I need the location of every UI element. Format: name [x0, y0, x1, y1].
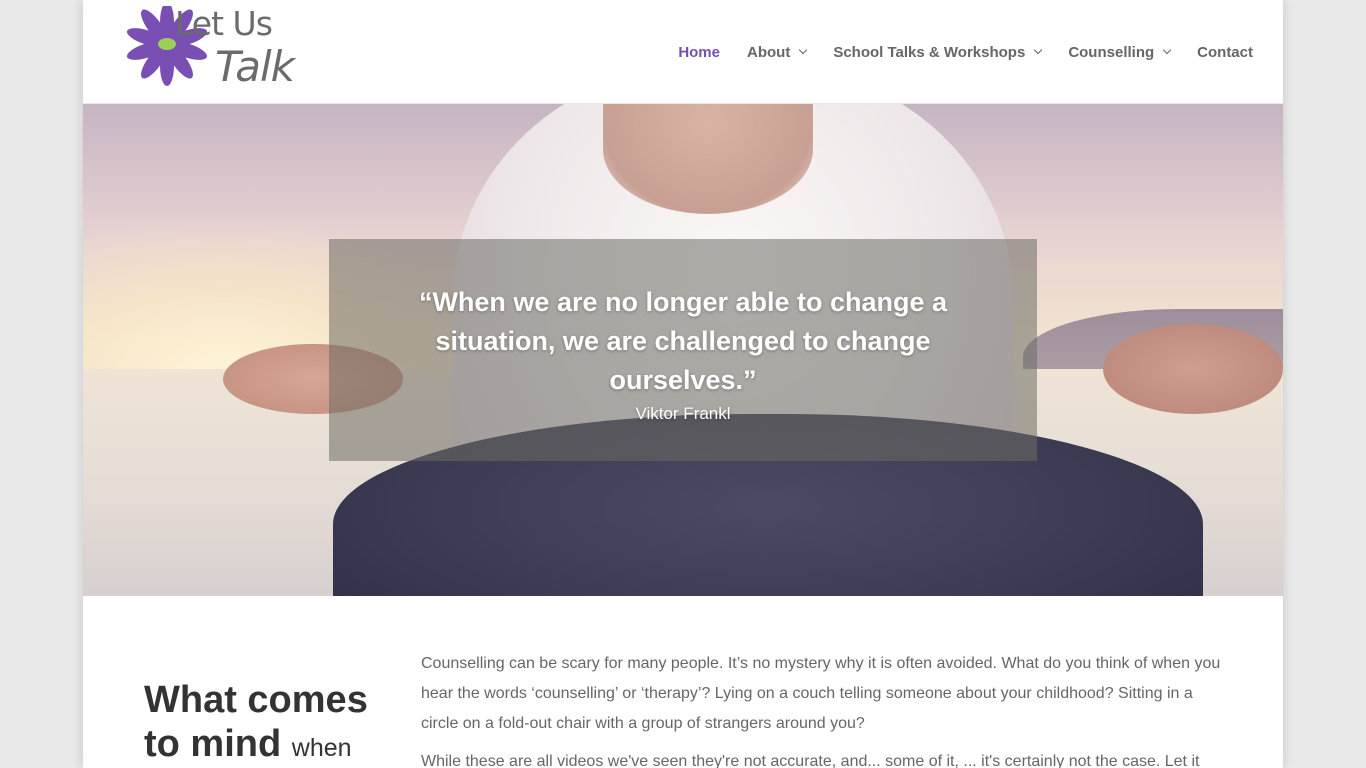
- nav-item-label: About: [747, 43, 791, 61]
- intro-text: Counselling can be scary for many people…: [421, 649, 1221, 768]
- hero-banner: “When we are no longer able to change a …: [83, 104, 1283, 596]
- site-logo[interactable]: Let Us Talk: [117, 4, 297, 100]
- intro-paragraph: Counselling can be scary for many people…: [421, 655, 1221, 732]
- nav-item-counselling[interactable]: Counselling: [1068, 41, 1172, 63]
- main-nav: Home About School Talks & Workshops Coun…: [651, 41, 1253, 63]
- nav-item-label: Counselling: [1068, 43, 1155, 61]
- chevron-down-icon: [1162, 45, 1172, 55]
- site-header: Let Us Talk Home About School Talks & Wo…: [83, 0, 1283, 104]
- quote-author: Viktor Frankl: [635, 404, 731, 423]
- section-heading: What comes to mind when: [144, 678, 404, 768]
- nav-item-home[interactable]: Home: [678, 41, 720, 63]
- hero-figure-right-hand: [1103, 324, 1283, 414]
- logo-text-line2: Talk: [215, 42, 295, 91]
- nav-item-about[interactable]: About: [747, 41, 808, 63]
- intro-paragraph: While these are all videos we've seen th…: [421, 753, 1200, 768]
- logo-text-line1: Let Us: [175, 4, 273, 43]
- intro-section: What comes to mind when Counselling can …: [83, 596, 1283, 768]
- nav-item-school-talks-workshops[interactable]: School Talks & Workshops: [833, 41, 1043, 63]
- hero-quote: “When we are no longer able to change a …: [418, 287, 948, 395]
- heading-tail: when: [291, 734, 352, 762]
- nav-item-label: Contact: [1197, 43, 1253, 61]
- quote-box: “When we are no longer able to change a …: [329, 239, 1037, 461]
- nav-item-contact[interactable]: Contact: [1197, 41, 1253, 63]
- chevron-down-icon: [1034, 45, 1043, 55]
- page-container: Let Us Talk Home About School Talks & Wo…: [83, 0, 1283, 768]
- chevron-down-icon: [799, 45, 808, 55]
- nav-item-label: Home: [678, 43, 720, 61]
- nav-item-label: School Talks & Workshops: [833, 43, 1026, 61]
